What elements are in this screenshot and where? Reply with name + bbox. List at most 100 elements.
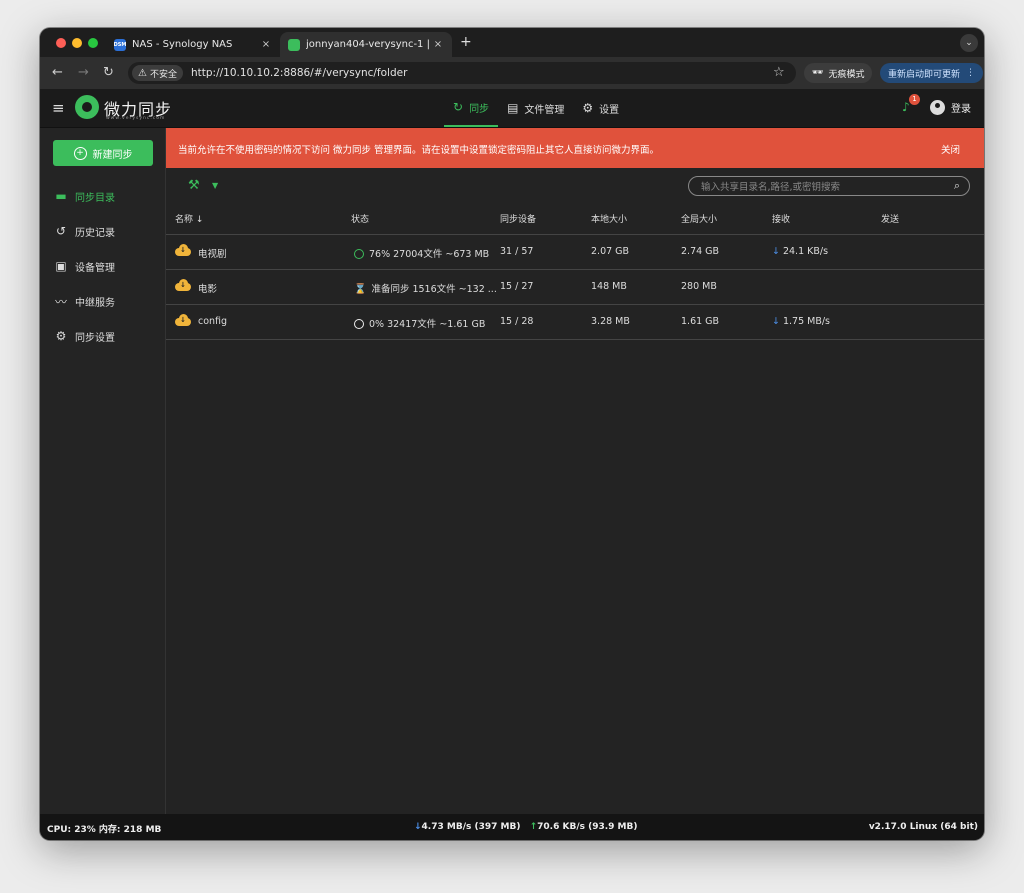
search-icon[interactable]: ⌕: [954, 179, 960, 193]
address-bar: ← → ↻ ⚠ 不安全 http://10.10.10.2:8886/#/ver…: [40, 57, 984, 89]
folder-devices: 31 / 57: [500, 246, 534, 257]
sidebar-item-folders[interactable]: ▬ 同步目录: [54, 186, 115, 206]
verysync-logo: [75, 95, 99, 119]
sidebar-item-history[interactable]: ↺ 历史记录: [54, 221, 115, 241]
sidebar-item-label: 设备管理: [75, 262, 115, 274]
update-label: 重新启动即可更新: [888, 69, 961, 80]
menu-icon[interactable]: ≡: [52, 99, 65, 117]
progress-ring-icon: [354, 319, 364, 329]
relay-icon: 〰: [54, 294, 67, 309]
folder-global-size: 280 MB: [681, 281, 717, 292]
gear-icon: ⚙: [582, 101, 594, 115]
user-icon: [930, 100, 945, 115]
incognito-chip[interactable]: 🕶 无痕模式: [804, 63, 873, 83]
forward-arrow-icon[interactable]: →: [78, 65, 89, 80]
devices-icon: ▣: [55, 259, 67, 273]
tools-icon[interactable]: ⚒: [188, 178, 200, 193]
incognito-label: 无痕模式: [828, 69, 865, 80]
status-text: 准备同步 1516文件 ~132 ...: [371, 284, 497, 295]
back-arrow-icon[interactable]: ←: [52, 65, 63, 80]
nav-file-manager[interactable]: ▤ 文件管理: [498, 89, 573, 127]
status-text: 76% 27004文件 ~673 MB: [369, 249, 490, 260]
sidebar-item-label: 历史记录: [75, 227, 115, 239]
tab-synology-nas[interactable]: DSM NAS - Synology NAS ×: [106, 32, 280, 57]
sidebar-item-label: 同步设置: [75, 332, 115, 344]
sidebar-item-label: 中继服务: [75, 297, 115, 309]
folder-receive: ↓ 24.1 KB/s: [772, 246, 828, 257]
close-icon[interactable]: ×: [432, 39, 444, 50]
nav-label: 同步: [469, 103, 490, 115]
app-header: ≡ 微力同步 www.verysync.com ↻ 同步 ▤ 文件管理 ⚙ 设置…: [40, 89, 984, 128]
close-window-button[interactable]: [56, 38, 66, 48]
gear-icon: ⚙: [55, 329, 67, 343]
folder-icon: ▬: [55, 189, 67, 203]
update-button[interactable]: 重新启动即可更新 ⋮: [880, 63, 984, 83]
table-row[interactable]: ↓ 电影 ⌛ 准备同步 1516文件 ~132 ... 15 / 27 148 M…: [166, 269, 984, 305]
nav-sync[interactable]: ↻ 同步: [444, 89, 499, 127]
sidebar-item-relay[interactable]: 〰 中继服务: [54, 291, 115, 311]
banner-close-button[interactable]: 关闭: [941, 142, 960, 156]
sidebar-item-devices[interactable]: ▣ 设备管理: [54, 256, 115, 276]
sidebar-item-label: 同步目录: [75, 192, 115, 204]
upload-rate: 70.6 KB/s (93.9 MB): [537, 822, 638, 832]
reload-icon[interactable]: ↻: [103, 65, 114, 80]
nav-settings[interactable]: ⚙ 设置: [573, 89, 628, 127]
folder-status: 76% 27004文件 ~673 MB: [354, 246, 489, 260]
column-send: 发送: [881, 215, 900, 225]
folder-global-size: 1.61 GB: [681, 316, 720, 327]
column-devices: 同步设备: [500, 215, 537, 225]
login-button[interactable]: 登录: [930, 100, 971, 115]
bookmark-star-icon[interactable]: ☆: [773, 65, 785, 80]
table-row[interactable]: ↓ 电视剧 76% 27004文件 ~673 MB 31 / 57 2.07 G…: [166, 234, 984, 270]
arrow-down-icon: ↓: [772, 246, 780, 257]
folder-local-size: 148 MB: [591, 281, 627, 292]
cloud-download-icon: ↓: [175, 279, 191, 291]
security-chip[interactable]: ⚠ 不安全: [132, 65, 183, 81]
history-icon: ↺: [55, 224, 67, 238]
top-nav: ↻ 同步 ▤ 文件管理 ⚙ 设置: [444, 89, 628, 127]
verysync-icon: [288, 38, 300, 51]
close-icon[interactable]: ×: [260, 39, 272, 50]
incognito-icon: 🕶: [812, 68, 824, 78]
sync-icon: ↻: [453, 100, 464, 114]
new-sync-button[interactable]: + 新建同步: [53, 140, 153, 166]
omnibox[interactable]: ⚠ 不安全 http://10.10.10.2:8886/#/verysync/…: [128, 62, 796, 84]
folder-devices: 15 / 28: [500, 316, 534, 327]
minimize-window-button[interactable]: [72, 38, 82, 48]
column-name-sort[interactable]: 名称 ↓: [175, 212, 203, 225]
column-receive: 接收: [772, 215, 791, 225]
browser-window: DSM NAS - Synology NAS × jonnyan404-very…: [40, 28, 984, 840]
zoom-window-button[interactable]: [88, 38, 98, 48]
warning-icon: ⚠: [138, 67, 147, 79]
notification-badge: 1: [909, 94, 920, 105]
arrow-down-icon: ↓: [414, 822, 422, 832]
folder-status: 0% 32417文件 ~1.61 GB: [354, 316, 485, 330]
sidebar-item-sync-settings[interactable]: ⚙ 同步设置: [54, 326, 115, 346]
file-icon: ▤: [507, 101, 519, 115]
tab-title: NAS - Synology NAS: [132, 39, 233, 50]
status-bar: CPU: 23% 内存: 218 MB ↓4.73 MB/s (397 MB) …: [40, 814, 984, 840]
cpu-memory-status: CPU: 23% 内存: 218 MB: [47, 825, 162, 835]
cloud-download-icon: ↓: [175, 244, 191, 256]
url-text[interactable]: http://10.10.10.2:8886/#/verysync/folder: [191, 67, 407, 79]
receive-rate: 1.75 MB/s: [782, 316, 831, 327]
new-tab-button[interactable]: +: [460, 34, 472, 50]
progress-ring-icon: [354, 249, 364, 259]
arrow-down-icon: ↓: [772, 316, 780, 327]
version-info: v2.17.0 Linux (64 bit): [868, 822, 978, 832]
more-icon: ⋮: [966, 68, 976, 78]
nav-label: 文件管理: [524, 104, 565, 116]
banner-message: 当前允许在不使用密码的情况下访问 微力同步 管理界面。请在设置中设置锁定密码阻止…: [178, 145, 660, 156]
search-input[interactable]: [699, 179, 943, 195]
folder-receive: ↓ 1.75 MB/s: [772, 316, 830, 327]
sidebar: + 新建同步 ▬ 同步目录 ↺ 历史记录 ▣ 设备管理 〰 中继服务 ⚙ 同步设…: [40, 128, 166, 814]
search-box: ⌕: [688, 176, 970, 196]
tab-title: jonnyan404-verysync-1 | v2...: [306, 39, 432, 50]
table-row[interactable]: ↓ config 0% 32417文件 ~1.61 GB 15 / 28 3.2…: [166, 304, 984, 340]
caret-down-icon[interactable]: ▼: [212, 181, 218, 190]
tab-verysync[interactable]: jonnyan404-verysync-1 | v2... ×: [280, 32, 452, 57]
cloud-download-icon: ↓: [175, 314, 191, 326]
status-text: 0% 32417文件 ~1.61 GB: [369, 319, 486, 330]
tab-search-button[interactable]: ⌄: [960, 34, 978, 52]
bell-icon[interactable]: ♪: [902, 100, 910, 114]
